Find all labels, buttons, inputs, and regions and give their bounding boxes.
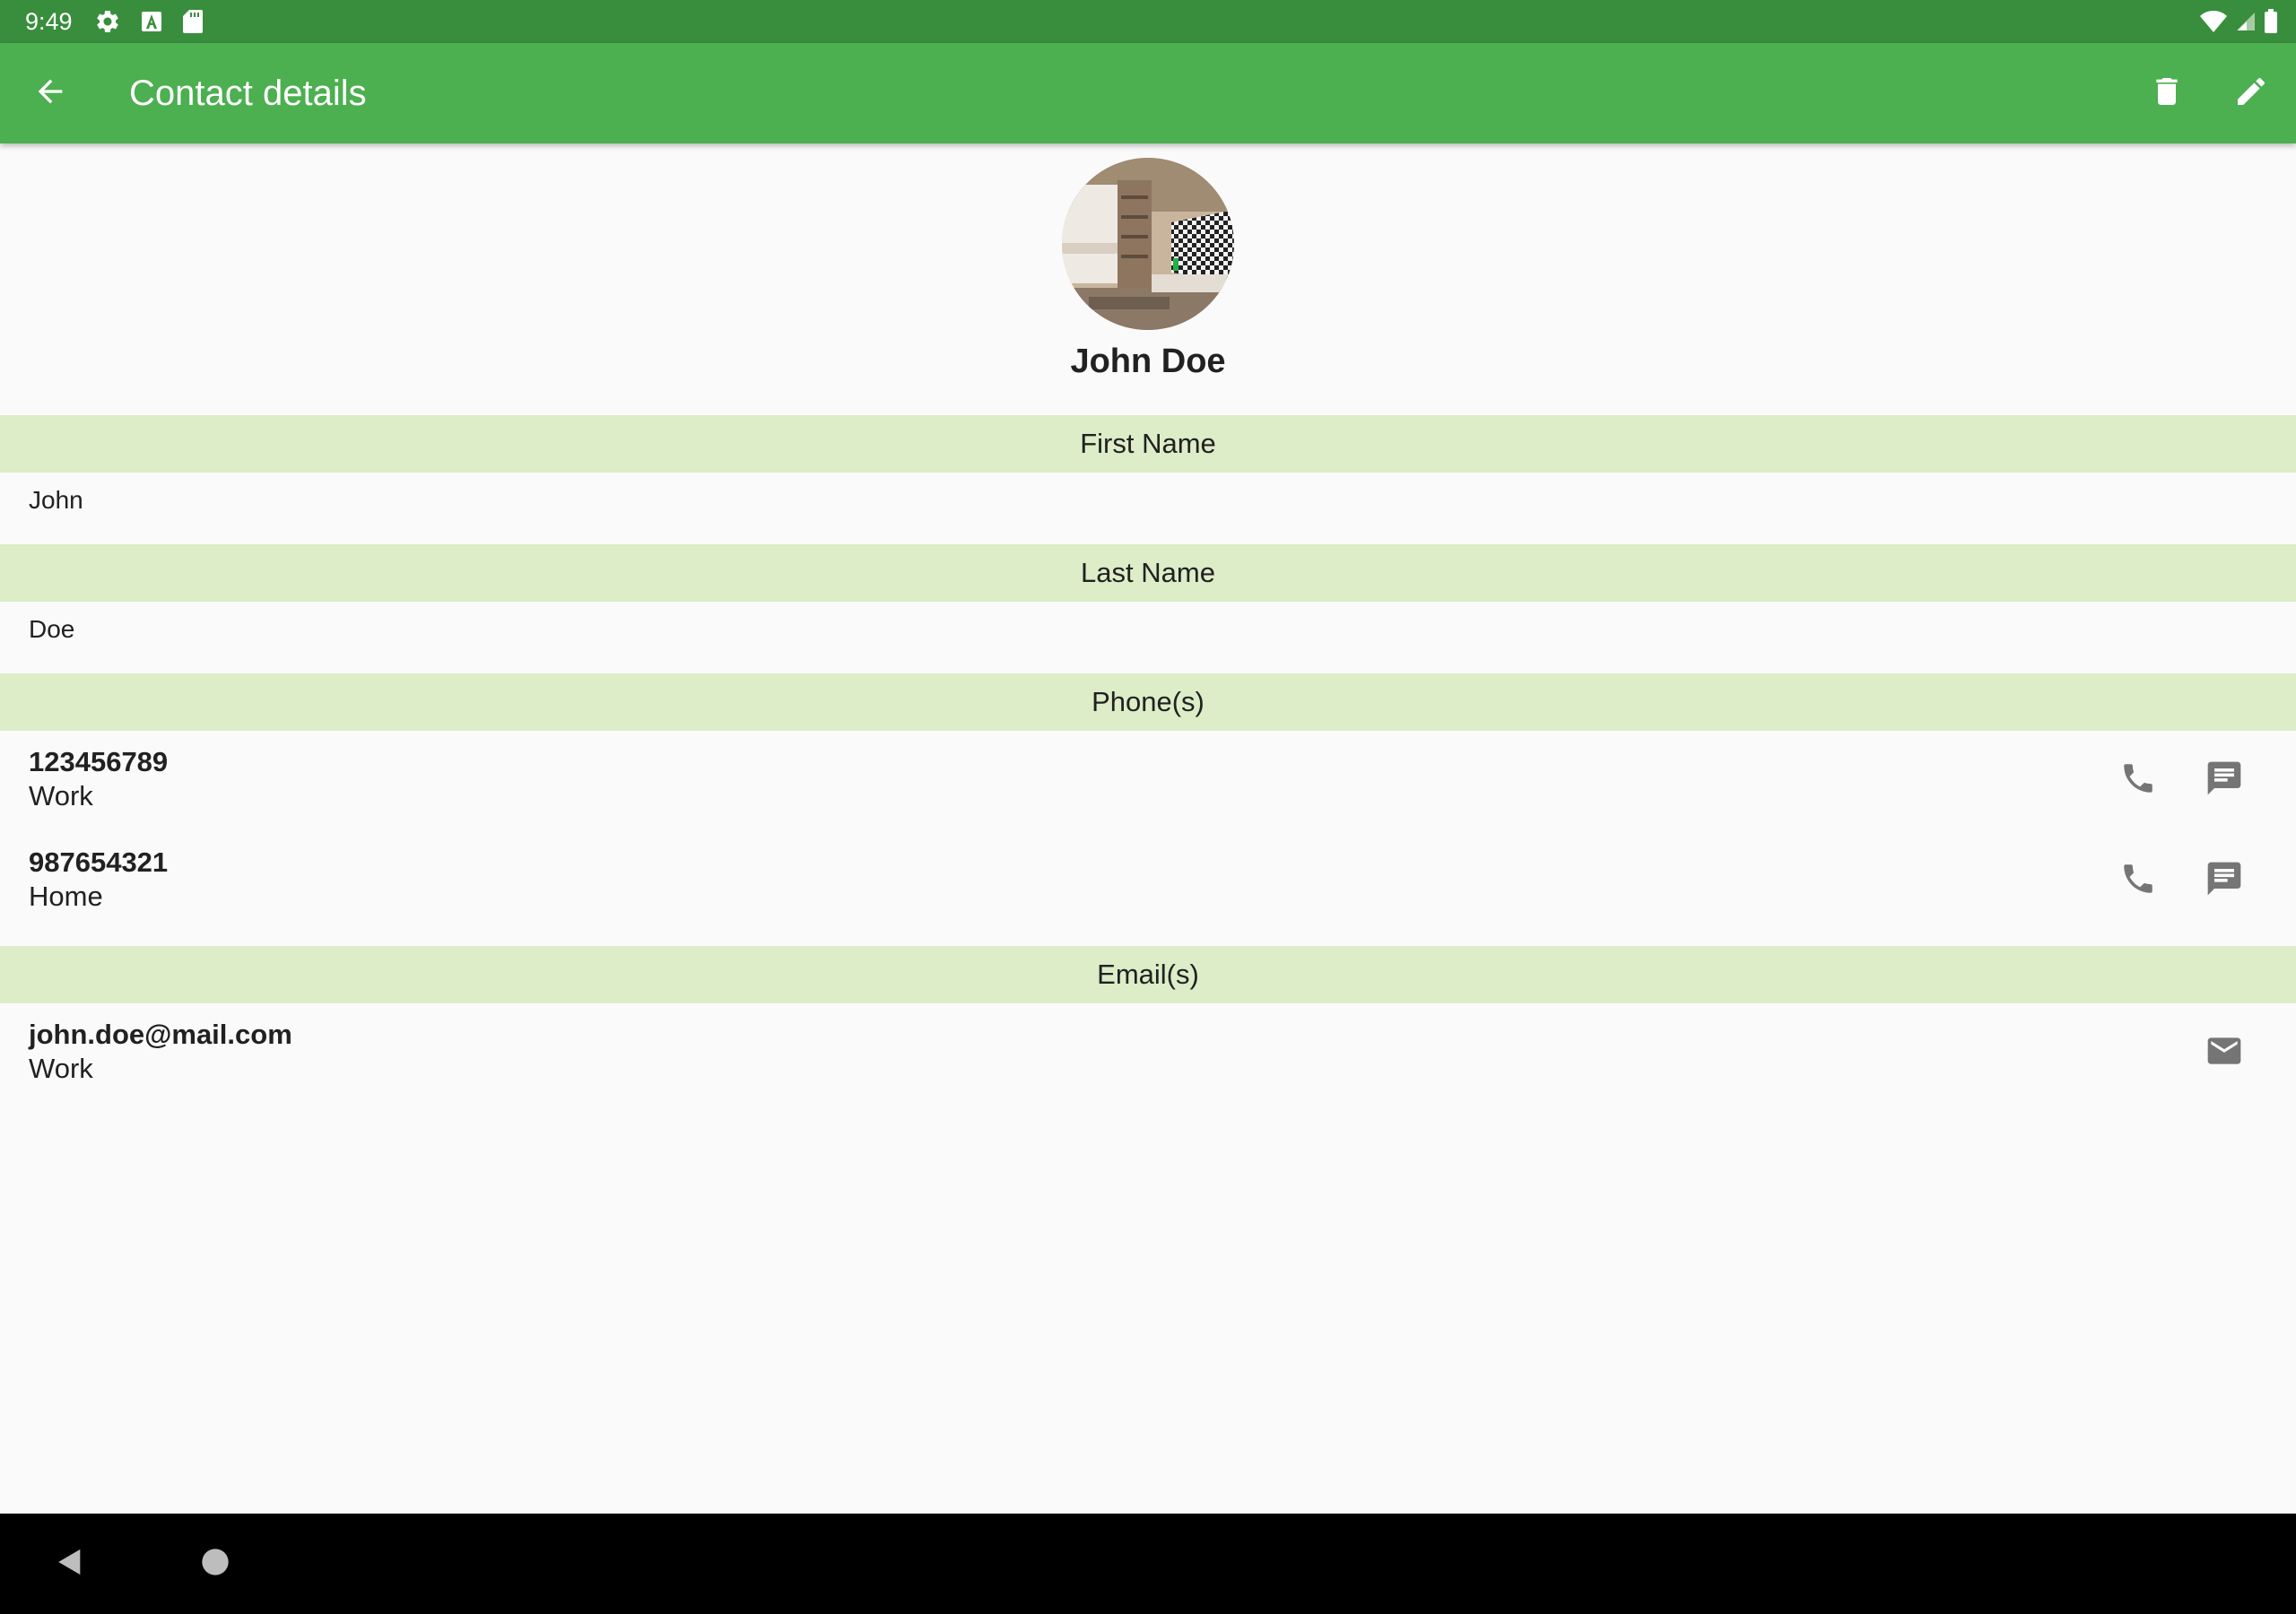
sd-card-icon	[182, 9, 204, 34]
section-header-phones: Phone(s)	[0, 673, 2296, 731]
status-bar: 9:49	[0, 0, 2296, 43]
section-header-first-name: First Name	[0, 415, 2296, 473]
call-button[interactable]	[2109, 751, 2167, 809]
email-type: Work	[29, 1053, 93, 1084]
edit-icon	[2233, 74, 2269, 114]
edit-button[interactable]	[2222, 65, 2280, 122]
phone-icon	[2119, 759, 2157, 802]
message-icon	[2205, 859, 2244, 903]
section-header-emails: Email(s)	[0, 946, 2296, 1003]
first-name-value: John	[29, 486, 83, 514]
delete-button[interactable]	[2138, 65, 2196, 122]
back-button[interactable]	[22, 65, 79, 122]
page-title: Contact details	[129, 74, 367, 113]
avatar	[1062, 158, 1234, 330]
nav-back-icon	[55, 1547, 85, 1582]
phone-type: Work	[29, 780, 93, 811]
battery-icon	[2264, 9, 2278, 34]
phone-icon	[2119, 860, 2157, 902]
back-arrow-icon	[32, 74, 68, 114]
last-name-value: Doe	[29, 615, 75, 643]
status-time: 9:49	[25, 7, 73, 35]
cell-signal-icon	[2235, 11, 2257, 32]
phone-number: 123456789	[29, 746, 169, 777]
contact-display-name: John Doe	[1070, 343, 1226, 380]
message-button[interactable]	[2196, 751, 2253, 809]
app-bar: Contact details	[0, 43, 2296, 143]
font-a-icon	[141, 11, 162, 32]
message-button[interactable]	[2196, 852, 2253, 909]
settings-icon	[94, 8, 121, 35]
mail-icon	[2205, 1031, 2244, 1075]
phone-number: 987654321	[29, 846, 169, 878]
send-email-button[interactable]	[2196, 1024, 2253, 1081]
wifi-icon	[2199, 10, 2228, 33]
email-address: john.doe@mail.com	[29, 1019, 292, 1050]
delete-icon	[2149, 74, 2185, 114]
call-button[interactable]	[2109, 852, 2167, 909]
nav-home-button[interactable]	[187, 1535, 244, 1592]
contact-details-content: John Doe First Name John Last Name Doe P…	[0, 143, 2296, 1514]
system-nav-bar	[0, 1514, 2296, 1614]
nav-back-button[interactable]	[41, 1535, 99, 1592]
message-icon	[2205, 759, 2244, 803]
section-header-last-name: Last Name	[0, 544, 2296, 602]
phone-type: Home	[29, 881, 103, 912]
nav-home-icon	[201, 1548, 230, 1581]
